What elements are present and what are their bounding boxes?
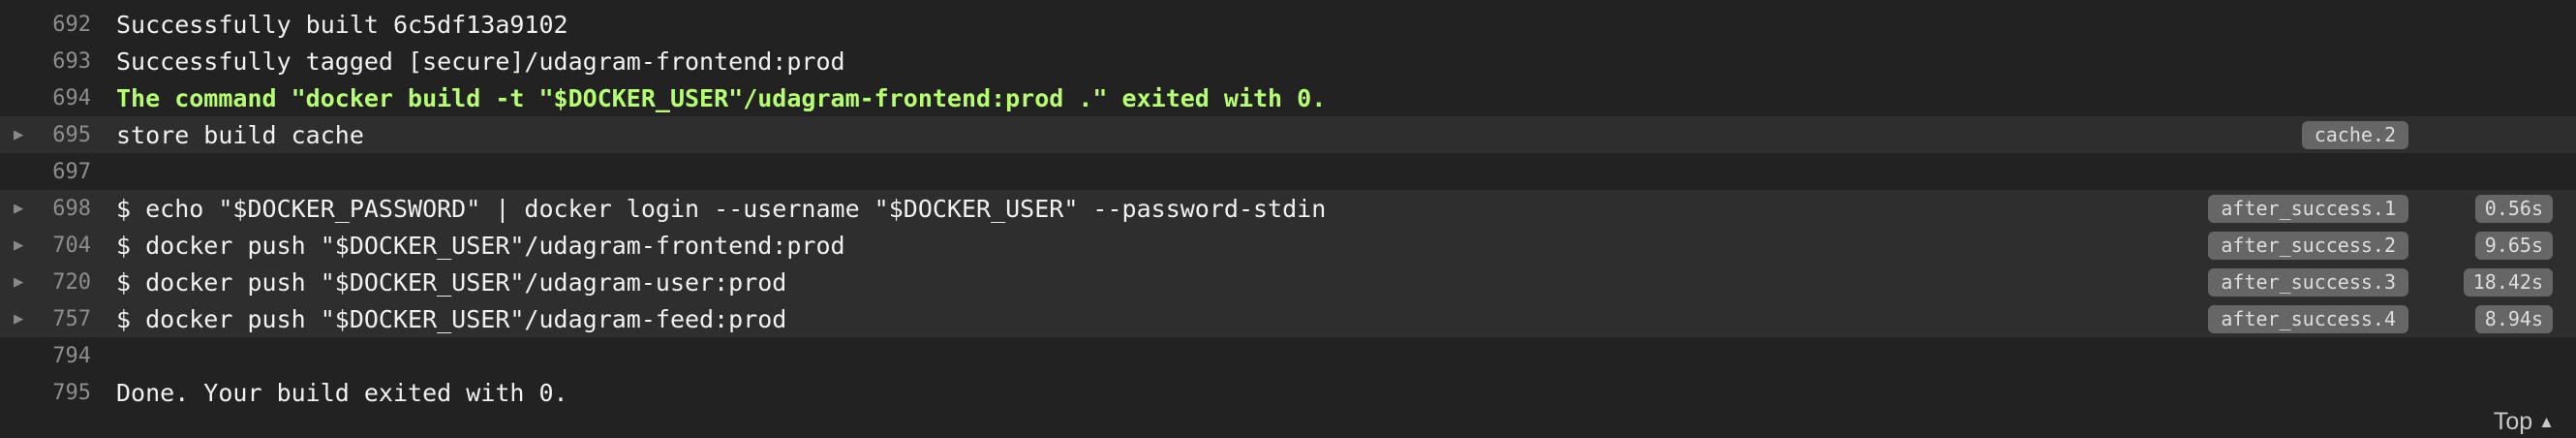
log-text: store build cache bbox=[116, 120, 364, 149]
log-text: $ docker push "$DOCKER_USER"/udagram-fee… bbox=[116, 304, 787, 333]
fold-arrow-icon[interactable]: ▶ bbox=[14, 272, 23, 292]
log-line: 693 Successfully tagged [secure]/udagram… bbox=[0, 43, 2576, 79]
line-number[interactable]: 697 bbox=[29, 160, 91, 184]
line-number[interactable]: 794 bbox=[29, 344, 91, 368]
fold-store-build-cache[interactable]: ▶ 695 store build cache cache.2 bbox=[0, 116, 2576, 153]
fold-tag: cache.2 bbox=[2301, 120, 2408, 149]
line-number[interactable]: 704 bbox=[29, 234, 91, 258]
duration-badge: 0.56s bbox=[2474, 194, 2553, 223]
log-text: $ echo "$DOCKER_PASSWORD" | docker login… bbox=[116, 194, 1327, 223]
log-line: 794 bbox=[0, 337, 2576, 374]
log-text-success: The command "docker build -t "$DOCKER_US… bbox=[116, 83, 1327, 112]
line-number[interactable]: 795 bbox=[29, 381, 91, 405]
log-text: Successfully built 6c5df13a9102 bbox=[116, 10, 568, 39]
log-text: Successfully tagged [secure]/udagram-fro… bbox=[116, 47, 845, 76]
fold-tag: after_success.2 bbox=[2208, 231, 2408, 260]
line-number[interactable]: 692 bbox=[29, 13, 91, 37]
log-line: 694 The command "docker build -t "$DOCKE… bbox=[0, 79, 2576, 116]
fold-after-success-1[interactable]: ▶ 698 $ echo "$DOCKER_PASSWORD" | docker… bbox=[0, 190, 2576, 227]
fold-after-success-3[interactable]: ▶ 720 $ docker push "$DOCKER_USER"/udagr… bbox=[0, 264, 2576, 300]
fold-tag: after_success.1 bbox=[2208, 194, 2408, 223]
log-text: $ docker push "$DOCKER_USER"/udagram-use… bbox=[116, 267, 787, 297]
duration-badge: 9.65s bbox=[2474, 231, 2553, 260]
line-number[interactable]: 695 bbox=[29, 123, 91, 147]
line-number[interactable]: 698 bbox=[29, 197, 91, 221]
fold-after-success-2[interactable]: ▶ 704 $ docker push "$DOCKER_USER"/udagr… bbox=[0, 227, 2576, 264]
scroll-to-top-link[interactable]: Top ▲ bbox=[2494, 408, 2555, 436]
fold-tag: after_success.3 bbox=[2208, 267, 2408, 297]
line-number[interactable]: 757 bbox=[29, 307, 91, 331]
log-line: 697 bbox=[0, 153, 2576, 190]
fold-arrow-icon[interactable]: ▶ bbox=[14, 199, 23, 218]
line-number[interactable]: 694 bbox=[29, 86, 91, 110]
build-log: 692 Successfully built 6c5df13a9102 693 … bbox=[0, 0, 2576, 438]
fold-after-success-4[interactable]: ▶ 757 $ docker push "$DOCKER_USER"/udagr… bbox=[0, 300, 2576, 337]
fold-tag: after_success.4 bbox=[2208, 304, 2408, 333]
line-number[interactable]: 693 bbox=[29, 49, 91, 74]
log-line: 795 Done. Your build exited with 0. bbox=[0, 374, 2576, 411]
log-text: Done. Your build exited with 0. bbox=[116, 378, 568, 407]
fold-arrow-icon[interactable]: ▶ bbox=[14, 125, 23, 144]
fold-arrow-icon[interactable]: ▶ bbox=[14, 309, 23, 328]
duration-badge: 18.42s bbox=[2463, 267, 2553, 297]
fold-arrow-icon[interactable]: ▶ bbox=[14, 235, 23, 255]
caret-up-icon: ▲ bbox=[2538, 412, 2555, 431]
top-link-label: Top bbox=[2493, 408, 2533, 435]
line-number[interactable]: 720 bbox=[29, 270, 91, 295]
duration-badge: 8.94s bbox=[2474, 304, 2553, 333]
log-line: 692 Successfully built 6c5df13a9102 bbox=[0, 6, 2576, 43]
log-text: $ docker push "$DOCKER_USER"/udagram-fro… bbox=[116, 231, 845, 260]
